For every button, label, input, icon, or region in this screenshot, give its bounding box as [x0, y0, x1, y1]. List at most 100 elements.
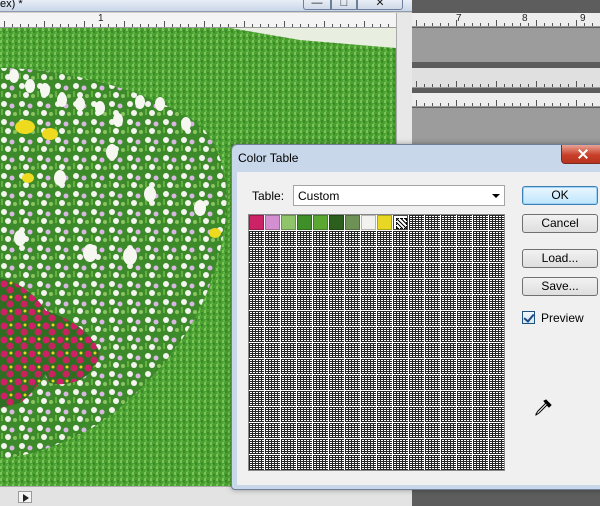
ruler-tick: [560, 84, 561, 87]
empty-swatch: [473, 279, 488, 294]
preview-checkbox[interactable]: [522, 311, 535, 324]
empty-swatch: [297, 455, 312, 470]
empty-swatch: [329, 359, 344, 374]
empty-swatch: [377, 263, 392, 278]
color-swatch[interactable]: [329, 215, 344, 230]
ruler-tick: [84, 21, 85, 27]
ruler-tick: [456, 20, 457, 26]
ruler-tick: [432, 23, 433, 26]
empty-swatch: [441, 375, 456, 390]
ok-button[interactable]: OK: [522, 186, 598, 205]
right-document-canvas[interactable]: [412, 28, 600, 62]
empty-swatch: [361, 375, 376, 390]
empty-swatch: [265, 439, 280, 454]
color-swatch[interactable]: [281, 215, 296, 230]
color-swatch[interactable]: [361, 215, 376, 230]
color-swatch[interactable]: [377, 215, 392, 230]
empty-swatch: [297, 423, 312, 438]
empty-swatch: [377, 455, 392, 470]
empty-swatch: [329, 231, 344, 246]
empty-swatch: [249, 375, 264, 390]
cancel-button[interactable]: Cancel: [522, 214, 598, 233]
empty-swatch: [473, 231, 488, 246]
color-swatch[interactable]: [265, 215, 280, 230]
document-close-button[interactable]: ✕: [357, 0, 403, 10]
close-icon[interactable]: [561, 145, 600, 164]
ruler-label: 8: [522, 13, 528, 24]
empty-swatch: [441, 311, 456, 326]
color-swatch-grid[interactable]: [248, 214, 505, 471]
empty-swatch: [425, 359, 440, 374]
ruler-tick: [488, 103, 489, 106]
right-titlebar[interactable]: [412, 68, 600, 88]
empty-swatch: [281, 311, 296, 326]
empty-swatch: [361, 391, 376, 406]
empty-swatch: [345, 263, 360, 278]
empty-swatch: [489, 311, 504, 326]
ruler-tick: [568, 84, 569, 87]
table-dropdown[interactable]: Custom: [293, 185, 505, 206]
empty-swatch: [345, 279, 360, 294]
empty-swatch: [441, 279, 456, 294]
eyedropper-icon[interactable]: [533, 398, 553, 418]
ruler-tick: [348, 24, 349, 27]
empty-swatch: [345, 439, 360, 454]
chevron-down-icon[interactable]: [492, 194, 500, 198]
minimize-button[interactable]: —: [303, 0, 331, 10]
empty-swatch: [473, 327, 488, 342]
ruler-tick: [504, 84, 505, 87]
empty-swatch: [361, 263, 376, 278]
empty-swatch: [473, 311, 488, 326]
ruler-tick: [372, 24, 373, 27]
empty-swatch: [489, 279, 504, 294]
table-dropdown-value: Custom: [298, 189, 340, 203]
ruler-tick: [92, 24, 93, 27]
ruler-tick: [356, 24, 357, 27]
empty-swatch: [457, 263, 472, 278]
color-swatch[interactable]: [345, 215, 360, 230]
empty-swatch: [473, 455, 488, 470]
empty-swatch: [249, 295, 264, 310]
empty-swatch: [425, 407, 440, 422]
ruler-tick: [464, 23, 465, 26]
empty-swatch: [377, 343, 392, 358]
empty-swatch: [457, 295, 472, 310]
empty-swatch: [377, 423, 392, 438]
maximize-button[interactable]: □: [331, 0, 357, 10]
empty-swatch: [361, 423, 376, 438]
empty-swatch: [377, 407, 392, 422]
empty-swatch: [457, 439, 472, 454]
empty-swatch: [361, 295, 376, 310]
document-titlebar[interactable]: ex) * — □ ✕: [0, 0, 412, 12]
empty-swatch: [313, 343, 328, 358]
empty-swatch: [345, 375, 360, 390]
ruler-tick: [528, 23, 529, 26]
empty-swatch: [249, 343, 264, 358]
ruler-tick: [180, 24, 181, 27]
empty-swatch: [441, 327, 456, 342]
color-swatch[interactable]: [297, 215, 312, 230]
empty-swatch: [441, 231, 456, 246]
color-swatch[interactable]: [313, 215, 328, 230]
empty-swatch: [297, 439, 312, 454]
empty-swatch: [297, 359, 312, 374]
ruler-tick: [512, 84, 513, 87]
scroll-right-arrow-icon[interactable]: [18, 491, 32, 503]
ruler-tick: [116, 24, 117, 27]
ruler-tick: [448, 23, 449, 26]
ruler-tick: [44, 21, 45, 27]
load-button[interactable]: Load...: [522, 249, 598, 268]
empty-swatch: [377, 375, 392, 390]
transparent-color-swatch[interactable]: [393, 215, 408, 230]
empty-swatch: [393, 359, 408, 374]
color-swatch[interactable]: [249, 215, 264, 230]
right-ruler-top: 7 8 9: [412, 13, 600, 27]
save-button[interactable]: Save...: [522, 277, 598, 296]
ruler-tick: [512, 23, 513, 26]
empty-swatch: [441, 263, 456, 278]
empty-swatch: [457, 215, 472, 230]
preview-label: Preview: [541, 311, 584, 325]
empty-swatch: [313, 391, 328, 406]
empty-swatch: [329, 423, 344, 438]
right-document-canvas[interactable]: [412, 108, 600, 148]
